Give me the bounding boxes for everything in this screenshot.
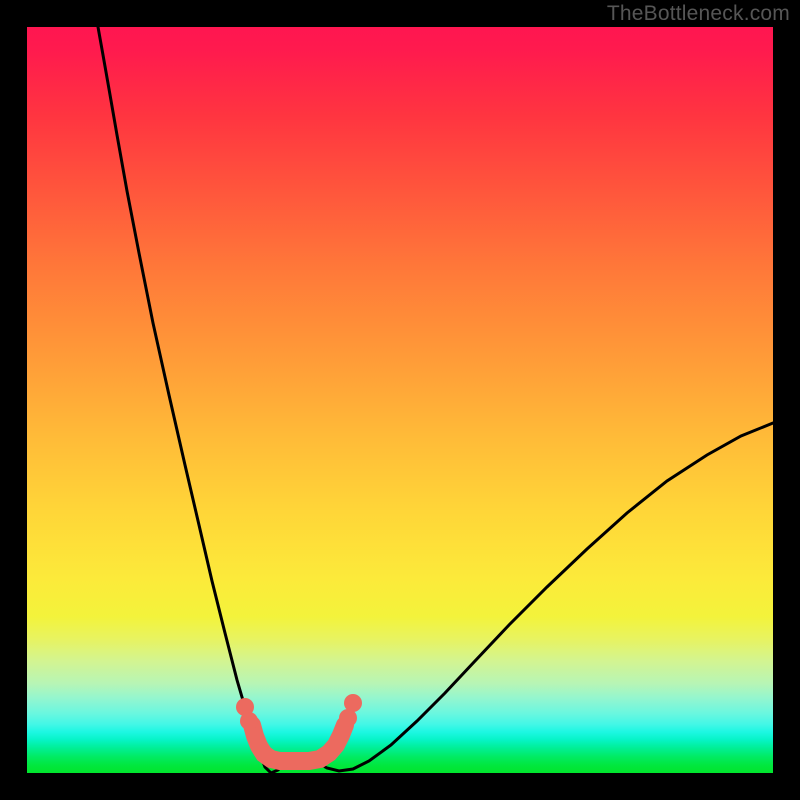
curve-right-branch — [310, 423, 773, 771]
curve-bottom-arc — [252, 725, 345, 761]
marker-left-bead-lower — [240, 712, 258, 730]
chart-overlay — [27, 27, 773, 773]
marker-right-bead-upper — [344, 694, 362, 712]
curve-left-branch — [98, 27, 290, 773]
chart-frame — [27, 27, 773, 773]
curve-group — [98, 27, 773, 773]
marker-group — [236, 694, 362, 730]
watermark-text: TheBottleneck.com — [607, 2, 790, 26]
